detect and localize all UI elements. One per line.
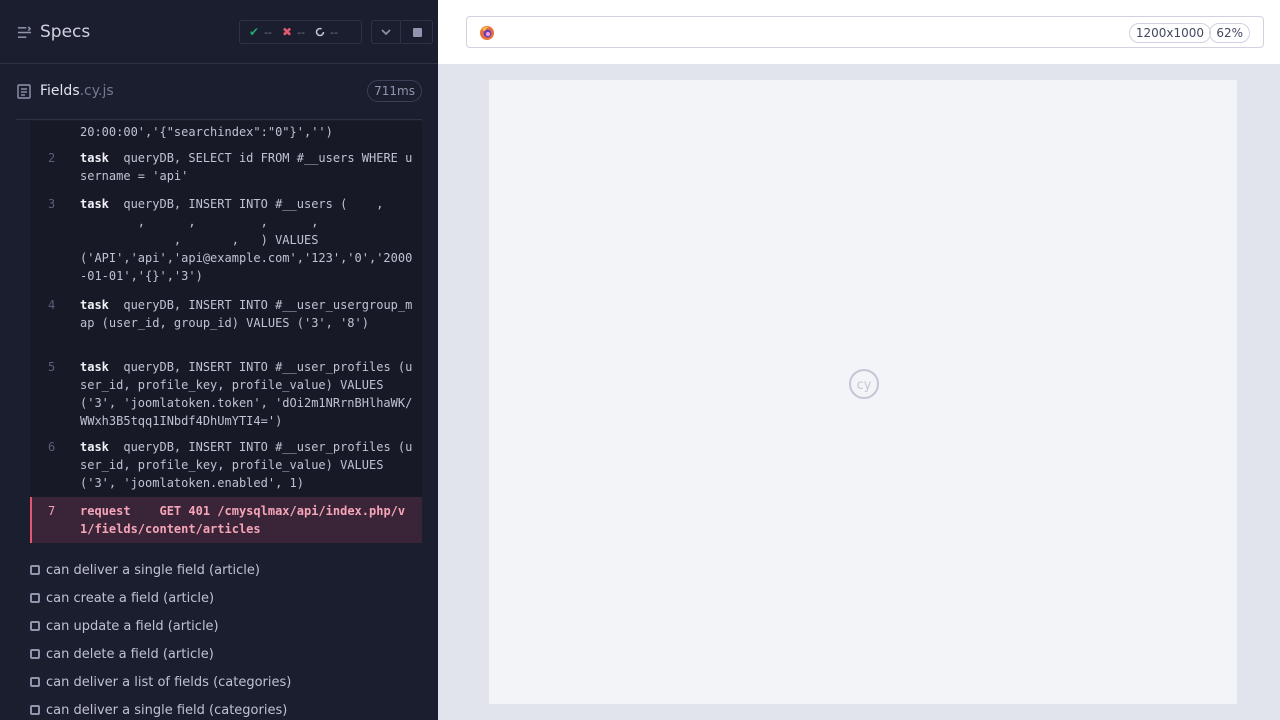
spec-file-basename: Fields bbox=[40, 83, 80, 99]
stop-icon bbox=[412, 27, 422, 37]
command-number: 6 bbox=[48, 440, 56, 454]
passed-count: -- bbox=[264, 25, 273, 39]
command-keyword: task bbox=[80, 197, 109, 211]
runner-panel: 1200x1000 62% cy bbox=[450, 0, 1280, 720]
command-number: 2 bbox=[48, 151, 56, 165]
runner-header: 1200x1000 62% bbox=[450, 0, 1280, 64]
command-message: queryDB, SELECT id FROM #__users WHERE u… bbox=[80, 151, 413, 183]
test-item[interactable]: can delete a field (article) bbox=[30, 644, 214, 664]
collapse-all-button[interactable] bbox=[371, 20, 401, 44]
test-title: can update a field (article) bbox=[46, 618, 219, 634]
pending-stat: -- bbox=[315, 26, 338, 39]
cypress-runner-window: Specs ✔ -- ✖ -- -- Fields.cy.js 711ms 20… bbox=[0, 0, 1280, 720]
specs-button[interactable]: Specs bbox=[17, 22, 90, 42]
url-bar[interactable]: 1200x1000 62% bbox=[466, 16, 1264, 48]
command-keyword: request bbox=[80, 504, 131, 518]
test-item[interactable]: can deliver a single field (categories) bbox=[30, 700, 287, 720]
command-text: request GET 401 /cmysqlmax/api/index.php… bbox=[80, 502, 418, 538]
specs-label: Specs bbox=[40, 22, 91, 42]
command-text: task queryDB, INSERT INTO #__user_profil… bbox=[80, 358, 418, 430]
command-message: queryDB, INSERT INTO #__users ( , , , , … bbox=[80, 197, 413, 283]
test-status-icon bbox=[30, 593, 40, 603]
viewport-size-badge[interactable]: 1200x1000 bbox=[1128, 23, 1211, 43]
command-keyword: task bbox=[80, 360, 109, 374]
test-status-icon bbox=[30, 705, 40, 715]
app-under-test-iframe[interactable]: cy bbox=[489, 80, 1237, 704]
command-text: task queryDB, INSERT INTO #__user_usergr… bbox=[80, 296, 418, 332]
pending-count: -- bbox=[330, 25, 338, 39]
zoom-level-badge[interactable]: 62% bbox=[1209, 23, 1250, 43]
pending-spinner-icon bbox=[315, 27, 325, 37]
cypress-logo-icon: cy bbox=[849, 369, 879, 399]
file-icon bbox=[17, 84, 31, 99]
spec-file-ext: .cy.js bbox=[79, 83, 114, 99]
command-number: 3 bbox=[48, 197, 56, 211]
command-text: task queryDB, INSERT INTO #__users ( , ,… bbox=[80, 195, 418, 285]
test-title: can delete a field (article) bbox=[46, 646, 214, 662]
test-stats: ✔ -- ✖ -- -- bbox=[239, 20, 362, 44]
test-title: can deliver a single field (categories) bbox=[46, 702, 288, 718]
x-icon: ✖ bbox=[282, 25, 293, 39]
failed-count: -- bbox=[297, 25, 306, 39]
command-number: 4 bbox=[48, 298, 56, 312]
divider-fill bbox=[438, 64, 450, 720]
passed-stat: ✔ -- bbox=[249, 25, 272, 39]
panel-resize-handle[interactable] bbox=[438, 0, 450, 720]
command-log: 20:00:00','{"searchindex":"0"}','') 2 ta… bbox=[30, 121, 422, 543]
firefox-icon[interactable] bbox=[479, 25, 495, 41]
command-message: 20:00:00','{"searchindex":"0"}','') bbox=[80, 125, 333, 139]
test-item[interactable]: can update a field (article) bbox=[30, 616, 219, 636]
cypress-logo-text: cy bbox=[857, 378, 872, 393]
test-item[interactable]: can create a field (article) bbox=[30, 588, 214, 608]
command-keyword: task bbox=[80, 151, 109, 165]
test-status-icon bbox=[30, 677, 40, 687]
command-keyword: task bbox=[80, 298, 109, 312]
reporter-panel: Specs ✔ -- ✖ -- -- Fields.cy.js 711ms 20… bbox=[0, 0, 438, 720]
command-text: 20:00:00','{"searchindex":"0"}','') bbox=[80, 123, 418, 141]
command-text: task queryDB, SELECT id FROM #__users WH… bbox=[80, 149, 418, 185]
test-item[interactable]: can deliver a list of fields (categories… bbox=[30, 672, 291, 692]
chevron-down-icon bbox=[381, 29, 391, 36]
test-status-icon bbox=[30, 649, 40, 659]
test-item[interactable]: can deliver a single field (article) bbox=[30, 560, 260, 580]
stop-button[interactable] bbox=[402, 20, 433, 44]
test-title: can deliver a single field (article) bbox=[46, 562, 260, 578]
spec-file-name[interactable]: Fields.cy.js bbox=[40, 83, 114, 99]
command-number: 5 bbox=[48, 360, 56, 374]
check-icon: ✔ bbox=[249, 25, 260, 39]
failed-stat: ✖ -- bbox=[282, 25, 305, 39]
command-message: queryDB, INSERT INTO #__user_profiles (u… bbox=[80, 360, 413, 428]
command-number: 7 bbox=[48, 504, 56, 518]
command-row-failed[interactable]: 7 request GET 401 /cmysqlmax/api/index.p… bbox=[30, 497, 422, 543]
spec-duration-badge: 711ms bbox=[367, 80, 422, 102]
specs-menu-icon bbox=[17, 25, 32, 38]
spec-file-header: Fields.cy.js 711ms bbox=[16, 65, 422, 120]
test-title: can deliver a list of fields (categories… bbox=[46, 674, 292, 690]
command-keyword: task bbox=[80, 440, 109, 454]
test-status-icon bbox=[30, 565, 40, 575]
command-message: queryDB, INSERT INTO #__user_profiles (u… bbox=[80, 440, 413, 490]
test-title: can create a field (article) bbox=[46, 590, 215, 606]
test-status-icon bbox=[30, 621, 40, 631]
reporter-header: Specs ✔ -- ✖ -- -- bbox=[0, 0, 438, 64]
command-text: task queryDB, INSERT INTO #__user_profil… bbox=[80, 438, 418, 492]
command-message: queryDB, INSERT INTO #__user_usergroup_m… bbox=[80, 298, 413, 330]
